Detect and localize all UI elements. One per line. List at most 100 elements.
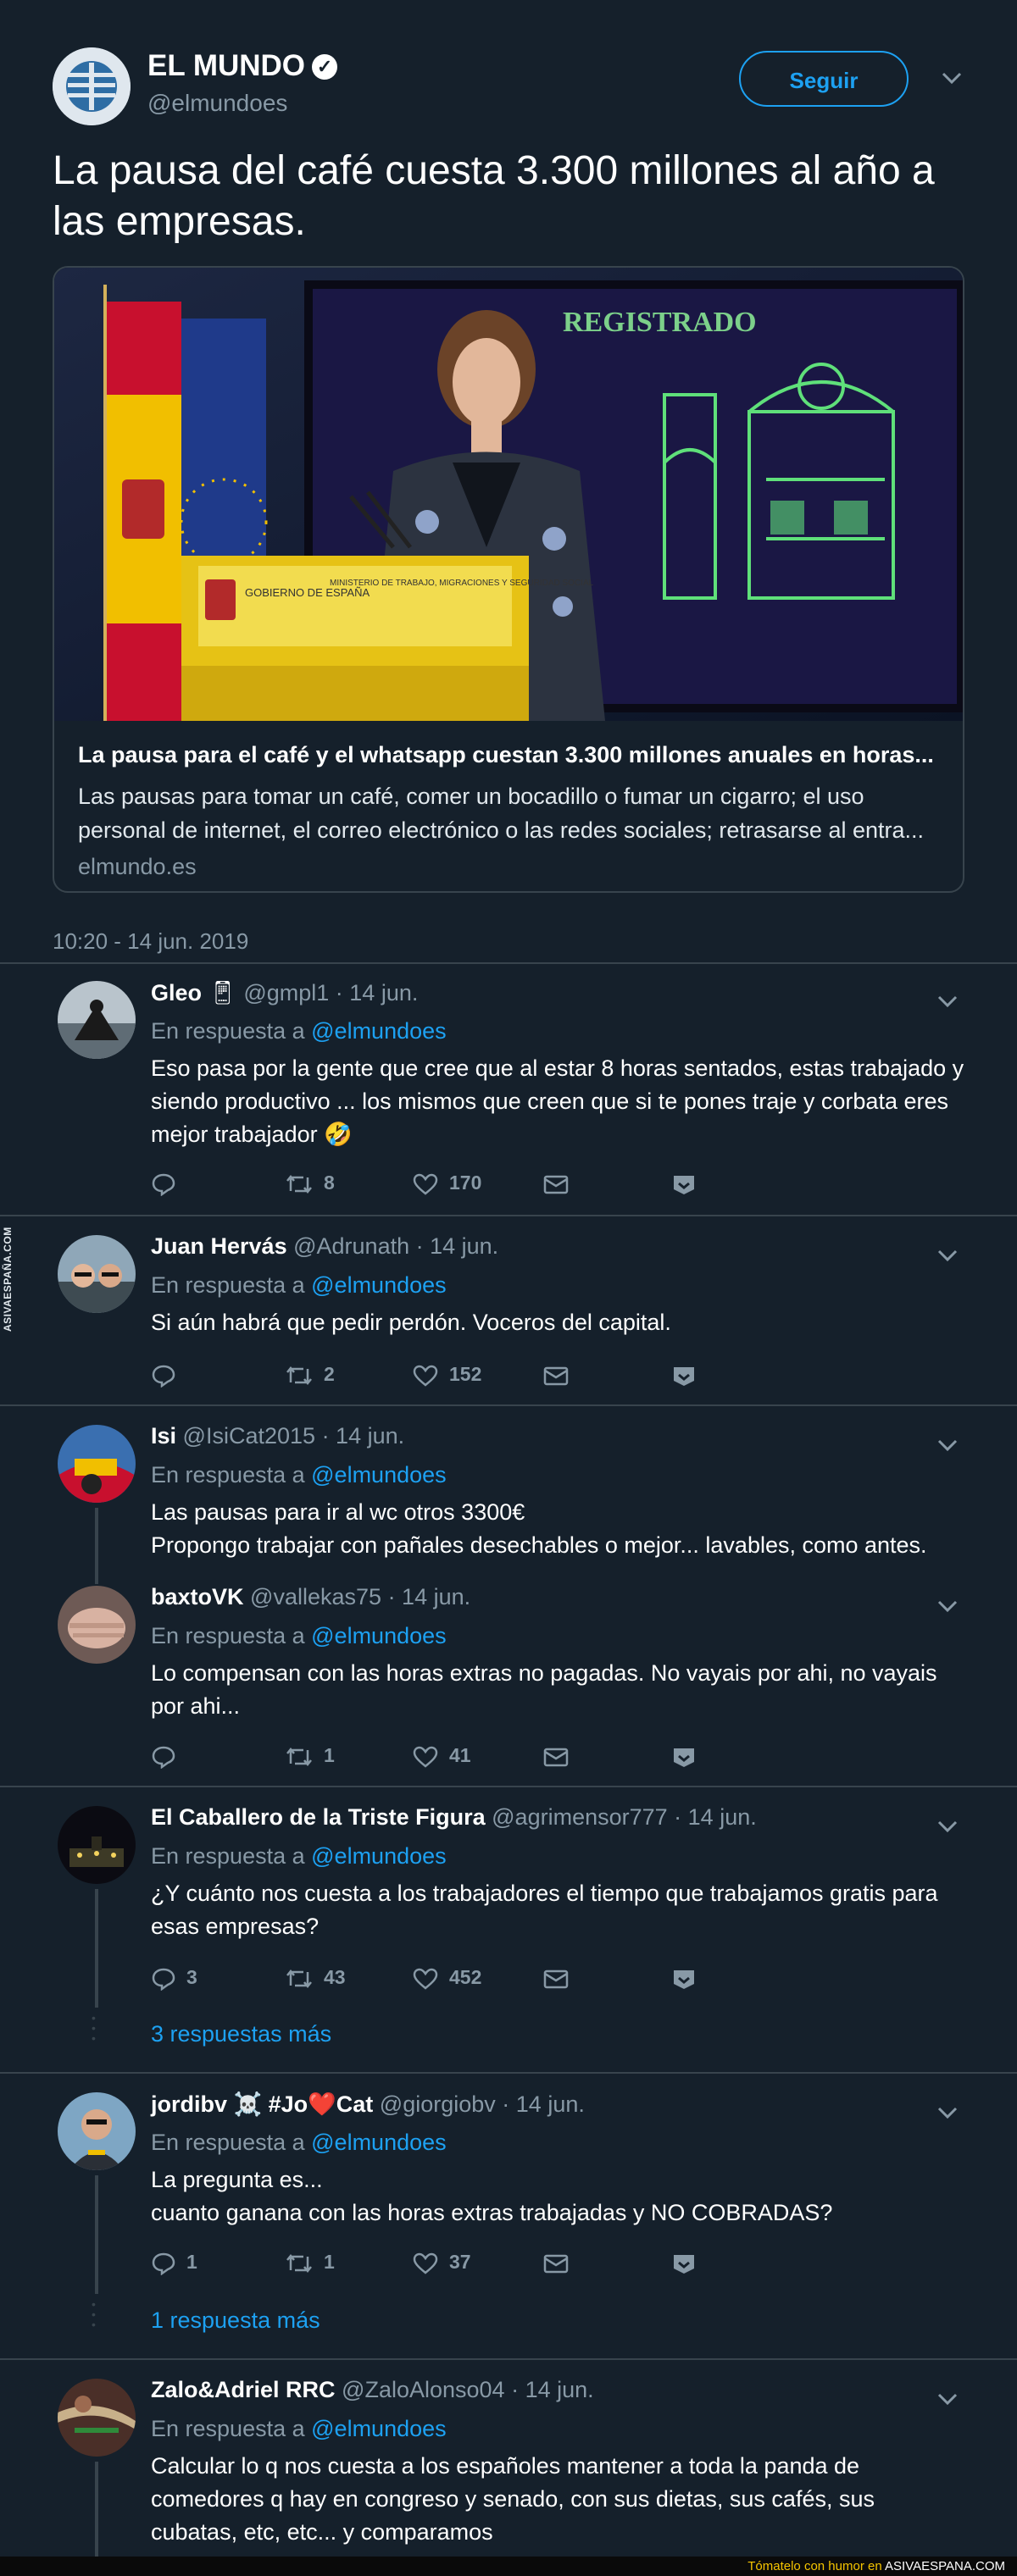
like-button[interactable]: 37 — [412, 2245, 471, 2279]
chevron-down-icon[interactable] — [936, 1242, 959, 1268]
reply-author-handle[interactable]: @giorgiobv — [380, 2091, 496, 2117]
reply-button[interactable] — [151, 1357, 186, 1391]
retweet-button[interactable]: 43 — [285, 1960, 346, 1994]
thread-dots: • • • — [92, 2011, 96, 2045]
avatar[interactable] — [58, 2379, 136, 2457]
save-button[interactable] — [671, 1738, 697, 1772]
reply-author-handle[interactable]: @vallekas75 — [250, 1584, 381, 1609]
reply-author-name[interactable]: El Caballero de la Triste Figura — [151, 1804, 486, 1830]
like-button[interactable]: 152 — [412, 1357, 481, 1391]
chevron-down-icon[interactable] — [936, 2099, 959, 2125]
reply-author-handle[interactable]: @ZaloAlonso04 — [342, 2377, 505, 2402]
reply-author-name[interactable]: Zalo&Adriel RRC — [151, 2377, 336, 2402]
reply-date[interactable]: · 14 jun. — [416, 1233, 499, 1259]
message-button[interactable] — [542, 2245, 570, 2279]
retweet-button[interactable]: 8 — [285, 1166, 335, 1199]
reply-tweet[interactable]: baxtoVK @vallekas75 · 14 jun. En respues… — [0, 1567, 1017, 1786]
heart-icon — [413, 1968, 438, 1990]
reply-tweet[interactable]: Gleo 📱︎ @gmpl1 · 14 jun. En respuesta a … — [0, 962, 1017, 1215]
reply-author-name[interactable]: Isi — [151, 1423, 176, 1449]
thread-line — [95, 2175, 98, 2294]
chevron-down-icon[interactable] — [941, 64, 963, 91]
avatar[interactable] — [58, 1425, 136, 1503]
like-button[interactable]: 170 — [412, 1166, 481, 1199]
more-replies-link[interactable]: 1 respuesta más — [151, 2307, 320, 2334]
tweet-timestamp[interactable]: 10:20 - 14 jun. 2019 — [53, 928, 248, 955]
save-button[interactable] — [671, 1357, 697, 1391]
reply-author-handle[interactable]: @Adrunath — [293, 1233, 409, 1259]
retweet-button[interactable]: 1 — [285, 1738, 335, 1772]
reply-button[interactable] — [151, 1166, 186, 1199]
chevron-down-icon[interactable] — [936, 988, 959, 1014]
message-button[interactable] — [542, 1960, 570, 1994]
reply-button[interactable]: 1 — [151, 2245, 197, 2279]
footer-site-link[interactable]: ASIVAESPANA.COM — [885, 2559, 1005, 2573]
main-tweet: EL MUNDO ✓ @elmundoes Seguir La pausa del… — [53, 34, 964, 893]
avatar[interactable] — [58, 1586, 136, 1664]
retweet-button[interactable]: 2 — [285, 1357, 335, 1391]
mention-link[interactable]: @elmundoes — [311, 1623, 447, 1648]
tweet-text: La pausa del café cuesta 3.300 millones … — [53, 148, 935, 244]
chevron-down-icon[interactable] — [936, 1432, 959, 1458]
reply-tweet[interactable]: Juan Hervás @Adrunath · 14 jun. En respu… — [0, 1216, 1017, 1404]
heart-icon — [413, 1173, 438, 1195]
reply-tweet[interactable]: Zalo&Adriel RRC @ZaloAlonso04 · 14 jun. … — [0, 2360, 1017, 2557]
retweet-button[interactable]: 1 — [285, 2245, 335, 2279]
more-replies-link[interactable]: 3 respuestas más — [151, 2021, 331, 2047]
mention-link[interactable]: @elmundoes — [311, 2416, 447, 2441]
mention-link[interactable]: @elmundoes — [311, 1843, 447, 1869]
mention-link[interactable]: @elmundoes — [311, 1462, 447, 1487]
reply-author-name[interactable]: Gleo — [151, 980, 202, 1005]
avatar[interactable] — [58, 1806, 136, 1884]
reply-date[interactable]: · 14 jun. — [674, 1804, 757, 1830]
reply-text: Si aún habrá que pedir perdón. Voceros d… — [151, 1310, 671, 1335]
author-handle[interactable]: @elmundoes — [147, 90, 287, 117]
reply-author-handle[interactable]: @IsiCat2015 — [183, 1423, 316, 1449]
reply-date[interactable]: · 14 jun. — [502, 2091, 585, 2117]
avatar[interactable] — [58, 1235, 136, 1313]
thread-line — [95, 1889, 98, 2008]
in-reply-to: En respuesta a @elmundoes — [151, 1018, 447, 1044]
reply-button[interactable]: 3 — [151, 1960, 197, 1994]
thread-line — [95, 1567, 98, 1584]
in-reply-to: En respuesta a @elmundoes — [151, 1623, 447, 1649]
follow-button[interactable]: Seguir — [739, 51, 909, 107]
reply-actions: 1 1 37 — [151, 2245, 744, 2279]
heart-icon — [413, 1746, 438, 1768]
avatar[interactable] — [58, 2092, 136, 2170]
reply-author-handle[interactable]: @gmpl1 — [243, 980, 329, 1005]
reply-tweet[interactable]: • • • El Caballero de la Triste Figura @ag… — [0, 1787, 1017, 2072]
reply-icon — [152, 2252, 175, 2276]
reply-author-name[interactable]: Juan Hervás — [151, 1233, 287, 1259]
mention-link[interactable]: @elmundoes — [311, 2130, 447, 2155]
link-card[interactable]: REGISTRADO GOBIERNO DE ESPAÑA MINISTERIO… — [53, 266, 964, 893]
reply-button[interactable] — [151, 1738, 186, 1772]
like-button[interactable]: 452 — [412, 1960, 481, 1994]
reply-date[interactable]: · 14 jun. — [322, 1423, 405, 1449]
reply-date[interactable]: · 14 jun. — [336, 980, 419, 1005]
chevron-down-icon[interactable] — [936, 2385, 959, 2412]
avatar[interactable] — [58, 981, 136, 1059]
reply-text: Eso pasa por la gente que cree que al es… — [151, 1055, 964, 1147]
like-button[interactable]: 41 — [412, 1738, 471, 1772]
reply-date[interactable]: · 14 jun. — [388, 1584, 471, 1609]
save-button[interactable] — [671, 1960, 697, 1994]
author-name-row[interactable]: EL MUNDO ✓ — [147, 49, 338, 83]
mention-link[interactable]: @elmundoes — [311, 1018, 447, 1044]
save-button[interactable] — [671, 1166, 697, 1199]
mention-link[interactable]: @elmundoes — [311, 1272, 447, 1298]
el-mundo-logo-avatar[interactable] — [53, 47, 131, 125]
reply-tweet[interactable]: Isi @IsiCat2015 · 14 jun. En respuesta a… — [0, 1406, 1017, 1567]
chevron-down-icon[interactable] — [936, 1593, 959, 1619]
reply-date[interactable]: · 14 jun. — [511, 2377, 594, 2402]
message-button[interactable] — [542, 1166, 570, 1199]
message-button[interactable] — [542, 1357, 570, 1391]
chevron-down-icon[interactable] — [936, 1813, 959, 1839]
in-reply-to: En respuesta a @elmundoes — [151, 2130, 447, 2156]
reply-tweet[interactable]: • • • jordibv ☠️ #Jo❤️Cat @giorgiobv · 14 … — [0, 2074, 1017, 2358]
reply-author-name[interactable]: baxtoVK — [151, 1584, 244, 1609]
reply-author-handle[interactable]: @agrimensor777 — [492, 1804, 668, 1830]
save-button[interactable] — [671, 2245, 697, 2279]
message-button[interactable] — [542, 1738, 570, 1772]
reply-author-name[interactable]: jordibv ☠️ #Jo❤️Cat — [151, 2091, 373, 2117]
